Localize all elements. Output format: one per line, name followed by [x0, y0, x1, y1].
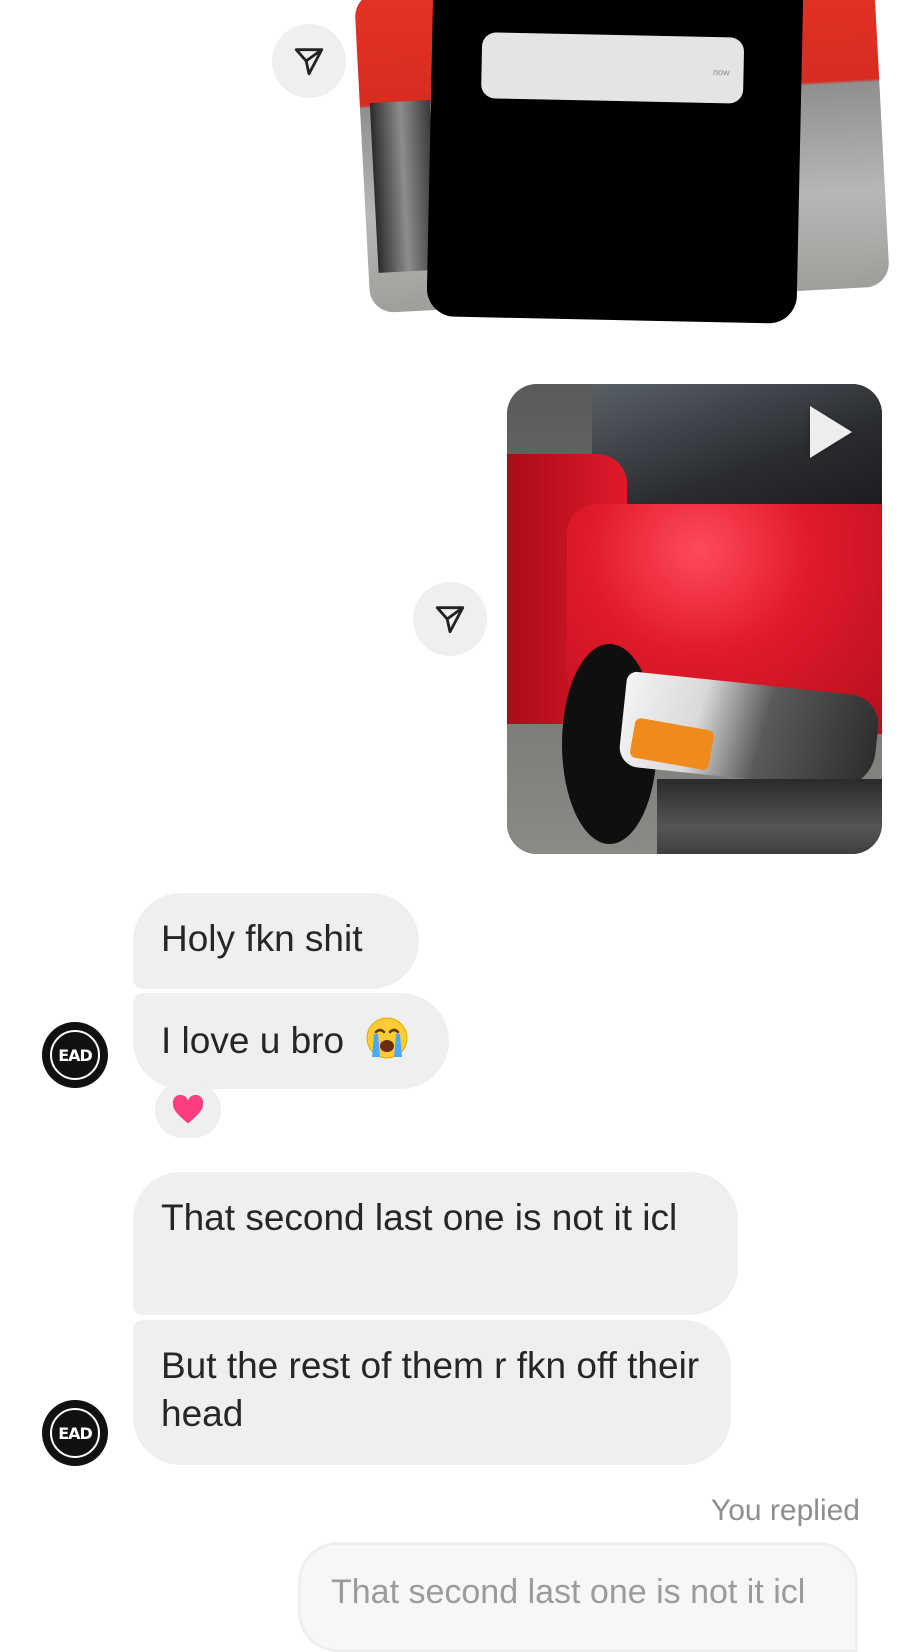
- message-text: Holy fkn shit: [161, 918, 363, 959]
- message-bubble[interactable]: But the rest of them r fkn off their hea…: [133, 1320, 731, 1465]
- avatar[interactable]: EAD: [42, 1022, 108, 1088]
- heart-reaction[interactable]: [155, 1082, 221, 1138]
- message-bubble[interactable]: I love u bro: [133, 993, 449, 1089]
- notification-time: now: [712, 67, 730, 78]
- avatar-initials: EAD: [58, 1045, 93, 1065]
- send-icon: [294, 48, 324, 76]
- send-icon: [435, 606, 465, 634]
- loudly-crying-face-icon: [364, 1015, 410, 1061]
- message-text: That second last one is not it icl: [161, 1197, 678, 1238]
- you-replied-label: You replied: [710, 1494, 860, 1527]
- message-text: But the rest of them r fkn off their hea…: [161, 1345, 700, 1434]
- message-bubble[interactable]: Holy fkn shit: [133, 893, 419, 989]
- car-bumper: [657, 779, 882, 854]
- avatar-logo: EAD: [50, 1408, 100, 1458]
- avatar-logo: EAD: [50, 1030, 100, 1080]
- shared-story-card[interactable]: now: [426, 0, 804, 324]
- share-button-2[interactable]: [413, 582, 487, 656]
- quoted-reply-bubble[interactable]: That second last one is not it icl: [298, 1542, 858, 1652]
- avatar[interactable]: EAD: [42, 1400, 108, 1466]
- message-text: I love u bro: [161, 1020, 345, 1061]
- pink-heart-icon: [172, 1094, 204, 1124]
- share-button-1[interactable]: [272, 24, 346, 98]
- message-bubble[interactable]: That second last one is not it icl: [133, 1172, 738, 1315]
- quoted-text: That second last one is not it icl: [331, 1573, 806, 1611]
- notification-preview: now: [480, 32, 745, 104]
- play-icon[interactable]: [810, 406, 852, 458]
- avatar-initials: EAD: [58, 1423, 93, 1443]
- shared-video-thumbnail[interactable]: [507, 384, 882, 854]
